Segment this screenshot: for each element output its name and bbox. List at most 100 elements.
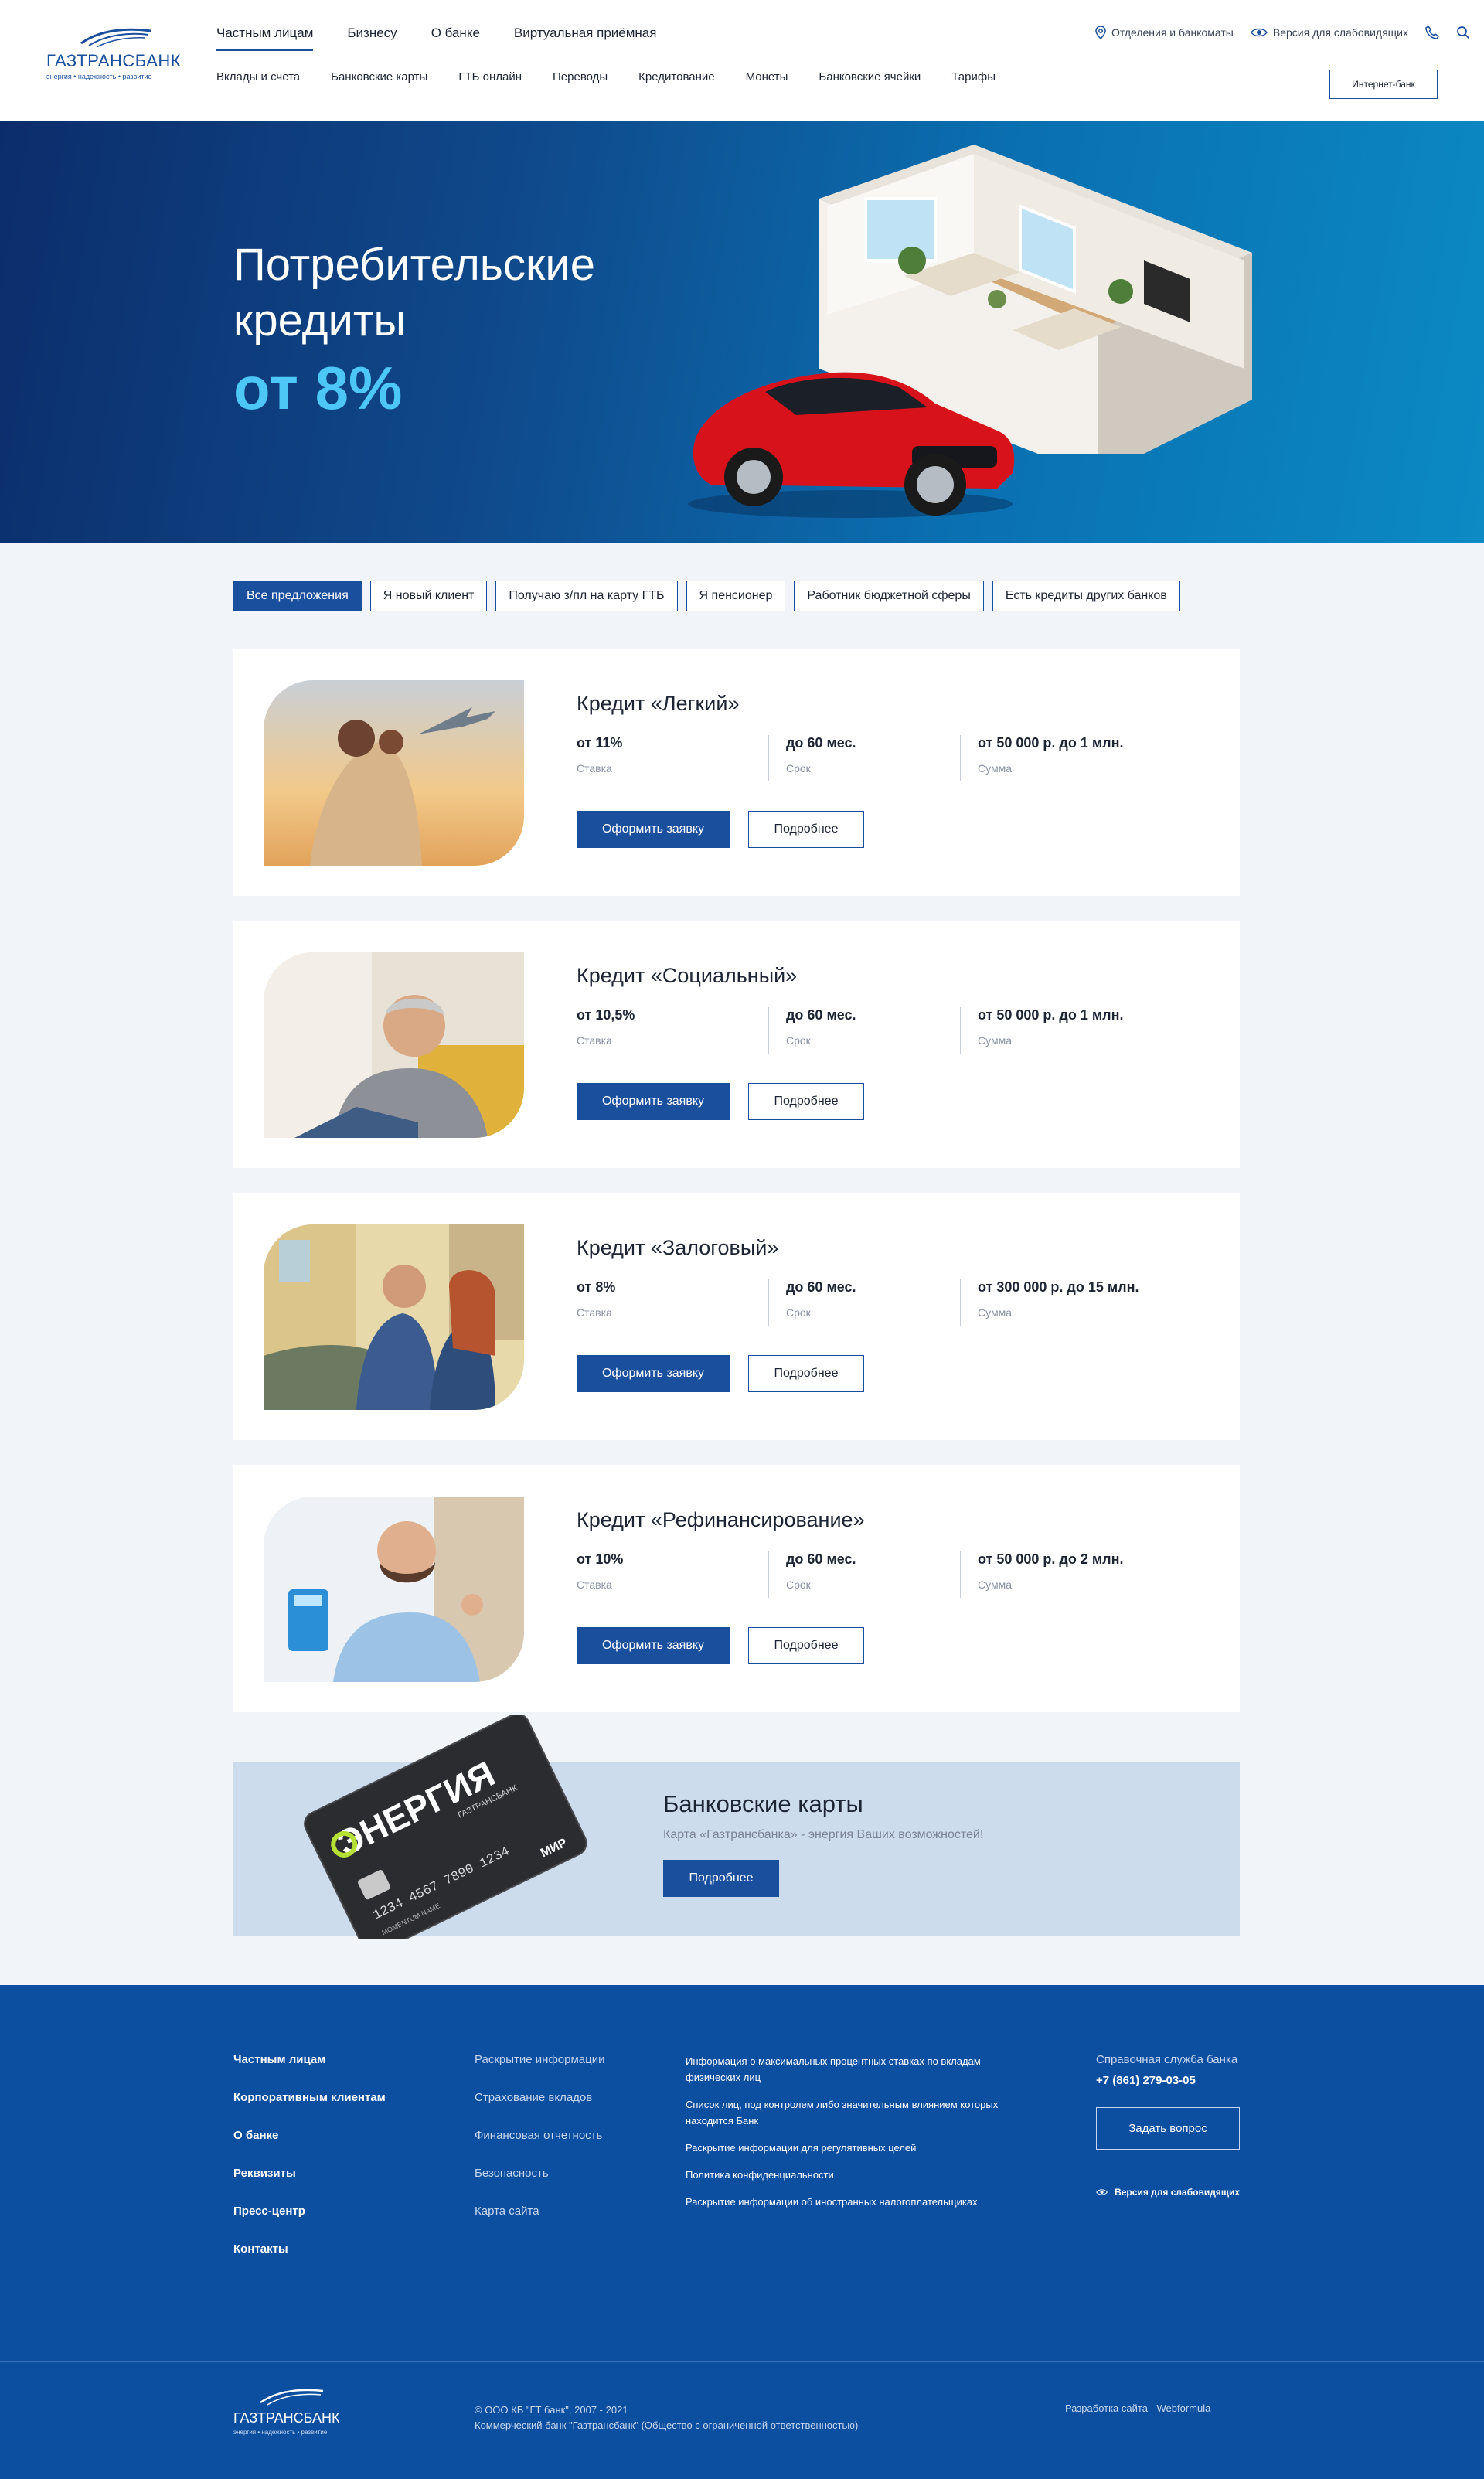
sub-nav-lending[interactable]: Кредитование xyxy=(638,70,714,83)
footer-link-requisites[interactable]: Реквизиты xyxy=(233,2167,386,2205)
footer-low-vision-link[interactable]: Версия для слабовидящих xyxy=(1096,2187,1240,2198)
internet-bank-button[interactable]: Интернет-банк xyxy=(1329,70,1438,99)
rate-label: Ставка xyxy=(577,1578,612,1591)
more-button[interactable]: Подробнее xyxy=(748,811,864,848)
filter-public-sector[interactable]: Работник бюджетной сферы xyxy=(794,581,984,611)
rate-label: Ставка xyxy=(577,1306,612,1319)
credit-photo xyxy=(264,680,524,866)
sub-nav-online[interactable]: ГТБ онлайн xyxy=(458,70,522,83)
credit-amount: от 50 000 р. до 1 млн. Сумма xyxy=(960,735,1152,781)
more-button[interactable]: Подробнее xyxy=(748,1355,864,1392)
top-nav-business[interactable]: Бизнесу xyxy=(347,26,397,51)
apply-button[interactable]: Оформить заявку xyxy=(577,1083,730,1120)
footer-link-foreign-taxpayers[interactable]: Раскрытие информации об иностранных нало… xyxy=(686,2194,1026,2210)
apply-button[interactable]: Оформить заявку xyxy=(577,1627,730,1664)
footer-link-corporate[interactable]: Корпоративным клиентам xyxy=(233,2091,386,2129)
ask-question-button[interactable]: Задать вопрос xyxy=(1096,2107,1240,2150)
footer-link-deposit-insurance[interactable]: Страхование вкладов xyxy=(475,2091,605,2129)
family-airplane-photo xyxy=(264,680,524,866)
apply-button[interactable]: Оформить заявку xyxy=(577,1355,730,1392)
hero-rate: от 8% xyxy=(233,354,403,422)
term-label: Срок xyxy=(786,1034,811,1047)
credit-card-zalogovy: Кредит «Залоговый» от 8% Ставка до 60 ме… xyxy=(233,1193,1240,1440)
credit-card-legkiy: Кредит «Легкий» от 11% Ставка до 60 мес.… xyxy=(233,649,1240,896)
footer-link-disclosure[interactable]: Раскрытие информации xyxy=(475,2053,605,2091)
footer-logo-text: ГАЗТРАНСБАНК xyxy=(233,2410,340,2426)
more-button[interactable]: Подробнее xyxy=(748,1627,864,1664)
sub-nav-transfers[interactable]: Переводы xyxy=(553,70,608,83)
credit-rate: от 10,5% Ставка xyxy=(577,1007,768,1054)
filter-salary-card[interactable]: Получаю з/пл на карту ГТБ xyxy=(495,581,678,611)
rate-value: от 10% xyxy=(577,1551,624,1567)
amount-label: Сумма xyxy=(978,1578,1012,1591)
amount-label: Сумма xyxy=(978,1306,1012,1319)
credit-amount: от 300 000 р. до 15 млн. Сумма xyxy=(960,1279,1152,1326)
energy-card-image: ЭНЕРГИЯ ГАЗТРАНСБАНК 1234 4567 7890 1234… xyxy=(304,1715,587,1939)
credit-facts: от 11% Ставка до 60 мес. Срок от 50 000 … xyxy=(577,735,1152,781)
site-header: ГАЗТРАНСБАНК энергия • надежность • разв… xyxy=(0,0,1484,121)
footer-link-contacts[interactable]: Контакты xyxy=(233,2242,386,2280)
footer-main-links: Частным лицам Корпоративным клиентам О б… xyxy=(233,2053,386,2280)
amount-value: от 50 000 р. до 1 млн. xyxy=(978,1007,1124,1023)
footer-link-about[interactable]: О банке xyxy=(233,2129,386,2167)
footer-link-financial-reports[interactable]: Финансовая отчетность xyxy=(475,2129,605,2167)
credit-title: Кредит «Легкий» xyxy=(577,692,740,715)
footer-link-press[interactable]: Пресс-центр xyxy=(233,2205,386,2242)
filter-new-client[interactable]: Я новый клиент xyxy=(369,581,488,611)
amount-label: Сумма xyxy=(978,1034,1012,1047)
developer-credit[interactable]: Разработка сайта - Webformula xyxy=(1065,2402,1210,2414)
footer-info-links: Раскрытие информации Страхование вкладов… xyxy=(475,2053,605,2242)
site-footer: Частным лицам Корпоративным клиентам О б… xyxy=(0,1985,1484,2479)
sub-nav-deposits[interactable]: Вклады и счета xyxy=(216,70,300,83)
help-phone[interactable]: +7 (861) 279-03-05 xyxy=(1096,2074,1240,2087)
sub-nav-coins[interactable]: Монеты xyxy=(746,70,788,83)
term-value: до 60 мес. xyxy=(786,1279,856,1295)
filter-pensioner[interactable]: Я пенсионер xyxy=(686,581,786,611)
sub-nav-cards[interactable]: Банковские карты xyxy=(331,70,427,83)
apply-button[interactable]: Оформить заявку xyxy=(577,811,730,848)
amount-value: от 300 000 р. до 15 млн. xyxy=(978,1279,1139,1295)
filter-other-bank-loans[interactable]: Есть кредиты других банков xyxy=(992,581,1180,611)
rate-value: от 8% xyxy=(577,1279,616,1295)
car-illustration xyxy=(688,372,1015,518)
filter-all[interactable]: Все предложения xyxy=(233,581,362,611)
search-button[interactable] xyxy=(1456,26,1470,39)
promo-title: Банковские карты xyxy=(663,1790,863,1817)
credit-facts: от 10,5% Ставка до 60 мес. Срок от 50 00… xyxy=(577,1007,1152,1054)
sub-nav-tariffs[interactable]: Тарифы xyxy=(951,70,996,83)
branches-label: Отделения и банкоматы xyxy=(1111,26,1234,39)
footer-link-regulatory-disclosure[interactable]: Раскрытие информации для регулятивных це… xyxy=(686,2140,1026,2156)
credit-amount: от 50 000 р. до 2 млн. Сумма xyxy=(960,1551,1152,1598)
term-value: до 60 мес. xyxy=(786,735,856,751)
couple-car-photo xyxy=(264,1224,524,1410)
promo-more-button[interactable]: Подробнее xyxy=(663,1860,779,1897)
logo-swoosh-icon xyxy=(80,28,151,48)
sub-nav-safe-boxes[interactable]: Банковские ячейки xyxy=(819,70,921,83)
footer-help: Справочная служба банка +7 (861) 279-03-… xyxy=(1096,2053,1240,2198)
low-vision-link[interactable]: Версия для слабовидящих xyxy=(1250,26,1408,39)
amount-value: от 50 000 р. до 2 млн. xyxy=(978,1551,1124,1567)
top-nav-virtual-office[interactable]: Виртуальная приёмная xyxy=(514,26,657,51)
top-nav-private[interactable]: Частным лицам xyxy=(216,26,314,51)
footer-link-controlling-persons[interactable]: Список лиц, под контролем либо значитель… xyxy=(686,2096,1026,2129)
footer-link-privacy[interactable]: Политика конфиденциальности xyxy=(686,2167,1026,2183)
phone-icon xyxy=(1425,26,1439,39)
bank-logo[interactable]: ГАЗТРАНСБАНК энергия • надежность • разв… xyxy=(46,26,182,83)
credit-filters: Все предложения Я новый клиент Получаю з… xyxy=(233,581,1180,611)
term-value: до 60 мес. xyxy=(786,1551,856,1567)
more-button[interactable]: Подробнее xyxy=(748,1083,864,1120)
branches-link[interactable]: Отделения и банкоматы xyxy=(1095,26,1234,39)
logo-text: ГАЗТРАНСБАНК xyxy=(46,51,182,70)
footer-link-private[interactable]: Частным лицам xyxy=(233,2053,386,2091)
rate-label: Ставка xyxy=(577,762,612,775)
footer-link-max-rates[interactable]: Информация о максимальных процентных ста… xyxy=(686,2053,1026,2086)
logo-tagline: энергия • надежность • развитие xyxy=(46,73,152,80)
credit-title: Кредит «Социальный» xyxy=(577,964,798,987)
rate-label: Ставка xyxy=(577,1034,612,1047)
footer-link-sitemap[interactable]: Карта сайта xyxy=(475,2205,605,2242)
bank-cards-promo: ЭНЕРГИЯ ГАЗТРАНСБАНК 1234 4567 7890 1234… xyxy=(233,1715,1240,1939)
top-nav-about[interactable]: О банке xyxy=(431,26,480,51)
footer-logo[interactable]: ГАЗТРАНСБАНК энергия • надежность • разв… xyxy=(233,2387,349,2441)
footer-link-security[interactable]: Безопасность xyxy=(475,2167,605,2205)
phone-button[interactable] xyxy=(1425,26,1439,39)
